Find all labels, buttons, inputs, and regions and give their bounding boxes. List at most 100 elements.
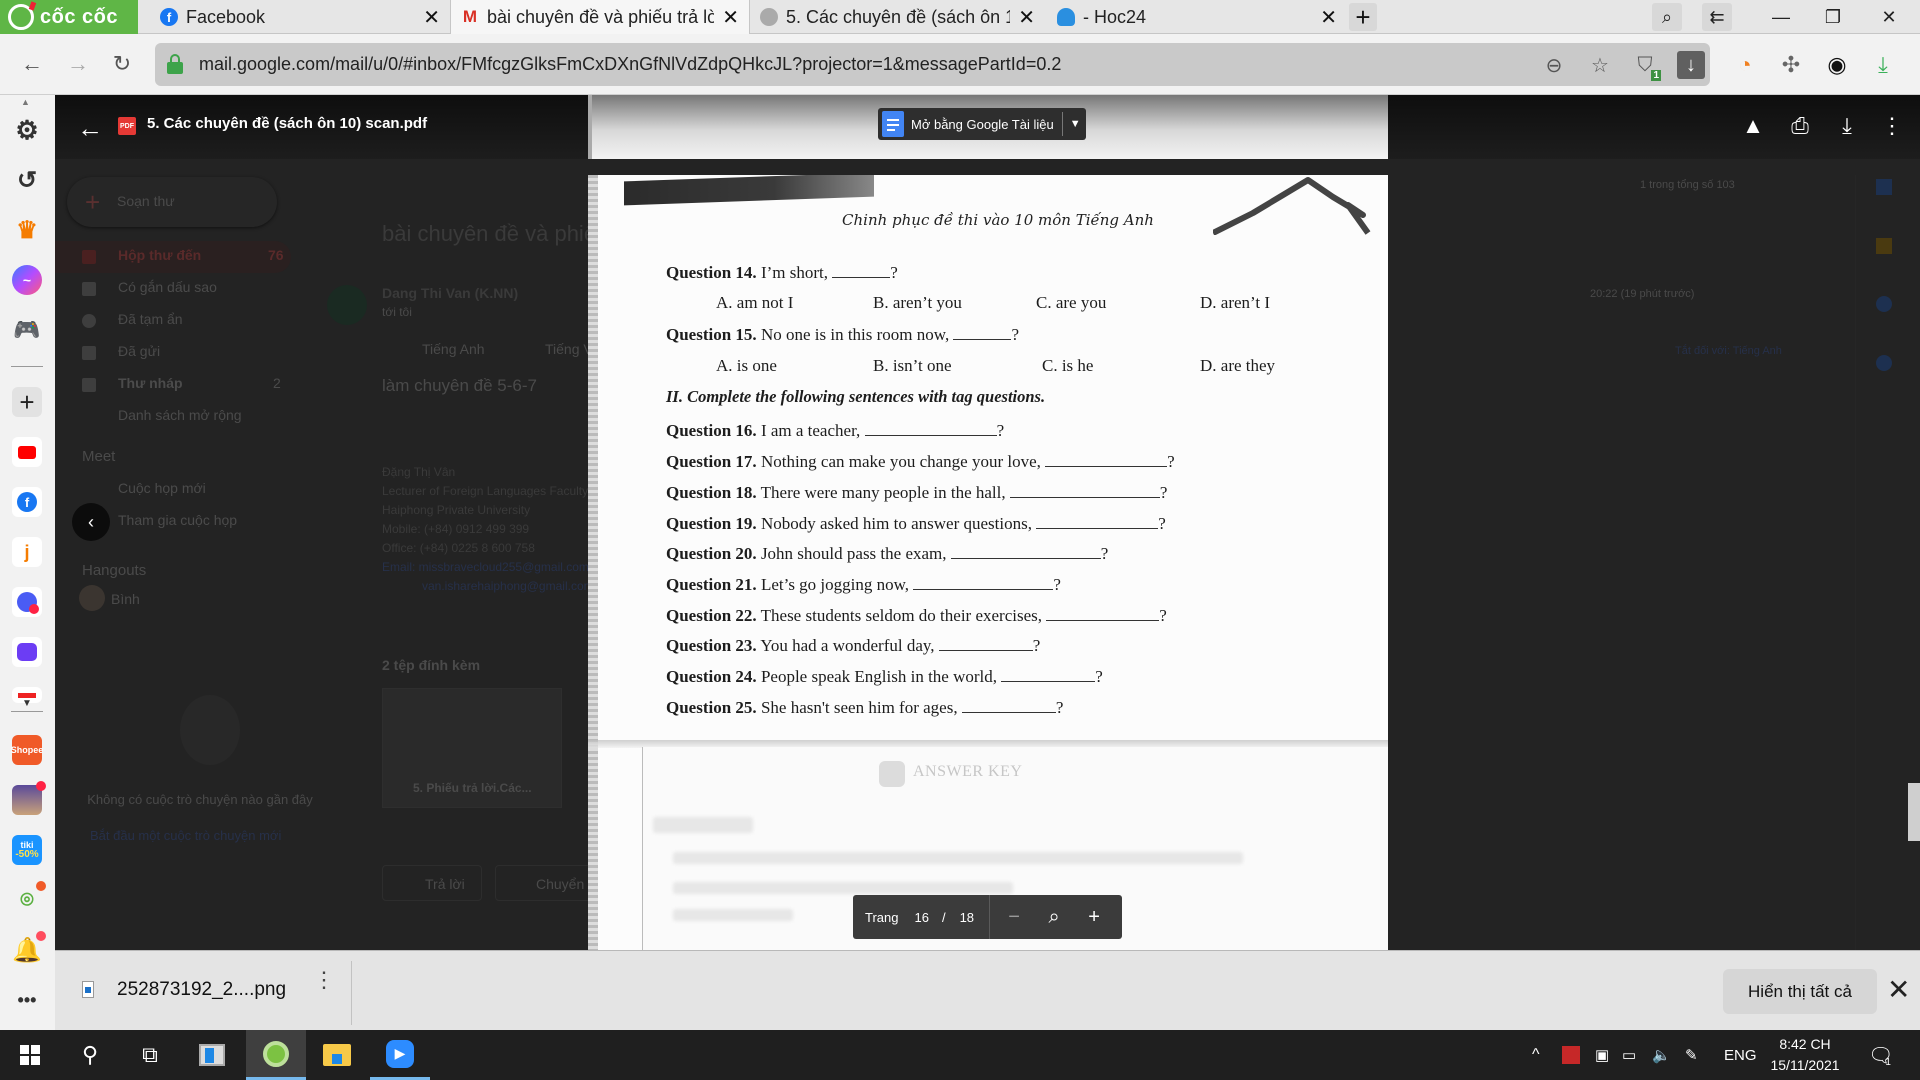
notifications-icon[interactable]: 🗨 1 (1868, 1030, 1893, 1080)
zoom-out-icon[interactable]: ⊖ (1540, 51, 1568, 79)
meet-now-icon[interactable]: ▣ (1595, 1030, 1609, 1080)
more-icon[interactable]: ••• (12, 985, 42, 1015)
clock-icon (82, 314, 96, 328)
restore-button[interactable]: ❐ (1810, 0, 1856, 34)
close-tab-icon[interactable]: ✕ (722, 5, 739, 30)
book-header-title: Chinh phục đề thi vào 10 môn Tiếng Anh (842, 211, 1154, 229)
reload-button[interactable]: ↻ (106, 48, 138, 80)
download-icon[interactable]: ⤓ (1832, 111, 1862, 141)
collapse-panel-button[interactable]: ‹ (72, 503, 110, 541)
scroll-up-icon[interactable]: ▲ (21, 97, 30, 107)
sidebar-toggle-icon[interactable]: ⇇ (1702, 3, 1732, 31)
task-view-icon[interactable]: ⧉ (120, 1030, 180, 1080)
close-download-bar-button[interactable]: ✕ (1887, 973, 1910, 1006)
close-tab-icon[interactable]: ✕ (423, 5, 440, 30)
close-tab-icon[interactable]: ✕ (1018, 5, 1035, 30)
divider (11, 366, 43, 367)
shopee-icon[interactable]: Shopee (11, 735, 43, 765)
zoom-out-button[interactable]: − (994, 906, 1034, 929)
bookmark-star-icon[interactable]: ☆ (1586, 51, 1614, 79)
back-arrow-icon[interactable]: ← (77, 113, 103, 144)
show-all-button[interactable]: Hiển thị tất cả (1723, 969, 1877, 1014)
download-more-icon[interactable]: ⋮ (313, 969, 335, 991)
shield-icon[interactable]: ⛉ 1 (1631, 51, 1661, 81)
minimize-button[interactable]: — (1758, 0, 1804, 34)
add-app-button[interactable]: + (12, 387, 42, 417)
app-window-icon[interactable] (182, 1030, 242, 1080)
windows-start-icon[interactable] (0, 1030, 60, 1080)
sender-avatar (327, 285, 367, 325)
tab-pdf[interactable]: 5. Các chuyên đề (sách ôn 10 ✕ (750, 0, 1045, 34)
star-icon (82, 282, 96, 296)
tray-expand-icon[interactable]: ^ (1532, 1030, 1540, 1080)
forward-button[interactable]: → (62, 48, 94, 80)
coccoc-music-icon[interactable] (12, 587, 42, 617)
attachment-name: 5. Phiếu trả lời.Các... (413, 781, 532, 795)
tab-gmail[interactable]: M bài chuyên đề và phiếu trả lời ✕ (450, 0, 750, 34)
print-icon[interactable]: ⎙ (1785, 111, 1815, 141)
language-indicator[interactable]: ENG (1724, 1030, 1757, 1080)
dropdown-caret-icon[interactable]: ▼ (1070, 118, 1081, 130)
facebook-app-icon[interactable]: f (12, 487, 42, 517)
download-item[interactable]: 252873192_2....png (117, 979, 286, 1001)
meet-join: Tham gia cuộc họp (118, 512, 238, 528)
download-page-icon[interactable]: ↓ (1677, 51, 1705, 79)
downloads-icon[interactable]: ⤓ (1868, 50, 1898, 80)
coccoc-map-icon[interactable]: ⌾ (12, 881, 46, 915)
translate-from: Tiếng Anh (422, 341, 485, 357)
close-tab-icon[interactable]: ✕ (1320, 5, 1337, 30)
clock-date: 15/11/2021 (1770, 1057, 1840, 1073)
file-explorer-icon[interactable] (307, 1030, 367, 1080)
cloud-icon (1057, 8, 1075, 26)
address-bar[interactable]: mail.google.com/mail/u/0/#inbox/FMfcgzGl… (155, 43, 1710, 86)
coccoc-taskbar-icon[interactable] (246, 1030, 306, 1080)
reply-button: Trả lời (382, 865, 482, 901)
game-hero-icon[interactable] (12, 781, 46, 815)
zoom-app-icon[interactable]: ▶ (370, 1030, 430, 1080)
zoom-in-button[interactable]: + (1074, 906, 1114, 929)
shield-badge: 1 (1651, 70, 1661, 81)
coccoc-menu-button[interactable]: cốc cốc (0, 0, 138, 34)
question-16: Question 16. I am a teacher, ? (666, 421, 1005, 440)
crown-icon[interactable]: ♛ (12, 215, 42, 245)
navigation-bar: ← → ↻ mail.google.com/mail/u/0/#inbox/FM… (0, 34, 1920, 95)
tab-facebook[interactable]: f Facebook ✕ (150, 0, 450, 34)
extension-coccoc-icon[interactable]: ◔ (1730, 50, 1760, 80)
contacts-icon (1876, 355, 1892, 371)
youtube-icon[interactable] (12, 437, 42, 467)
question-15: Question 15. No one is in this room now,… (666, 325, 1019, 344)
question-25: Question 25. She hasn't seen him for age… (666, 698, 1064, 717)
scroll-down-icon[interactable]: ▼ (22, 698, 32, 709)
back-button[interactable]: ← (16, 48, 48, 80)
question-14: Question 14. I’m short, ? (666, 263, 898, 282)
messenger-icon[interactable]: ~ (12, 265, 42, 295)
scrollbar-thumb[interactable] (1908, 783, 1920, 841)
notification-bell-icon[interactable]: 🔔 (12, 931, 46, 965)
profile-icon[interactable]: ◉ (1822, 50, 1852, 80)
video-app-icon[interactable] (12, 637, 42, 667)
settings-gear-icon[interactable]: ⚙ (12, 115, 42, 145)
tab-hoc24[interactable]: - Hoc24 ✕ (1047, 0, 1347, 34)
tiki-icon[interactable]: tiki -50% (12, 835, 42, 865)
volume-icon[interactable]: 🔈 (1652, 1030, 1671, 1080)
recipient: tới tôi (382, 305, 412, 319)
current-page-input[interactable]: 16 (914, 910, 928, 925)
more-options-icon[interactable]: ⋮ (1877, 111, 1907, 141)
jobs-app-icon[interactable]: j (12, 537, 42, 567)
pen-icon[interactable]: ✎ (1685, 1030, 1698, 1080)
url-text[interactable]: mail.google.com/mail/u/0/#inbox/FMfcgzGl… (199, 54, 1061, 75)
clock[interactable]: 8:42 CH 15/11/2021 (1755, 1034, 1855, 1076)
zoom-fit-icon[interactable]: ⌕ (1034, 906, 1074, 929)
gamepad-icon[interactable]: 🎮 (12, 315, 42, 345)
extensions-puzzle-icon[interactable]: ✣ (1776, 50, 1806, 80)
new-tab-button[interactable]: + (1349, 2, 1377, 32)
search-icon[interactable]: ⚲ (60, 1030, 120, 1080)
open-with-google-docs-button[interactable]: Mở bằng Google Tài liệu ▼ (878, 108, 1086, 140)
add-to-drive-icon[interactable]: ▲ (1738, 111, 1768, 141)
compose-plus-icon: + (85, 187, 101, 217)
tray-app-icon[interactable] (1562, 1030, 1580, 1080)
close-window-button[interactable]: ✕ (1866, 0, 1912, 34)
history-icon[interactable]: ↺ (12, 165, 42, 195)
battery-icon[interactable]: ▭ (1622, 1030, 1636, 1080)
screen-search-icon[interactable]: ⌕ (1652, 3, 1682, 31)
